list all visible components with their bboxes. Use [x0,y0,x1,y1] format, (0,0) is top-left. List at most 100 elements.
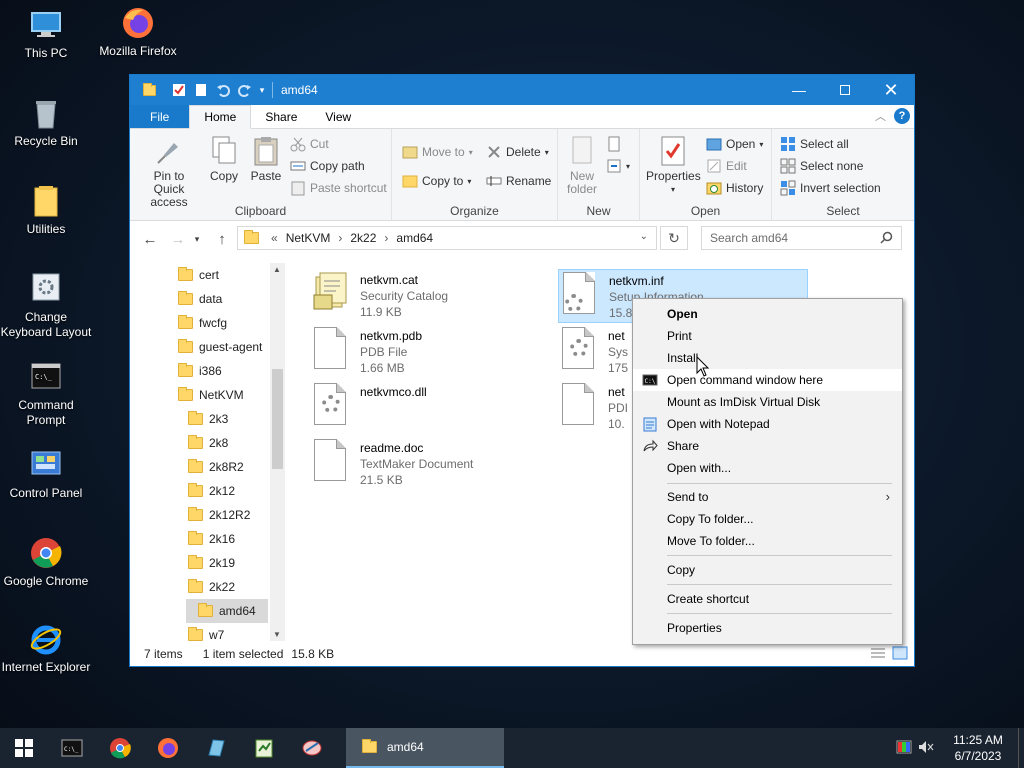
properties-qat-button[interactable] [168,79,190,101]
maximize-button[interactable] [822,75,868,105]
menu-item-open-command-window[interactable]: C:\ Open command window here [633,369,902,391]
help-icon[interactable]: ? [894,108,910,124]
taskbar-command-prompt[interactable]: C:\_ [48,728,96,768]
taskbar-firefox[interactable] [144,728,192,768]
address-box[interactable]: « NetKVM › 2k22 › amd64 ⌄ [237,226,657,250]
desktop-icon-utilities[interactable]: Utilities [0,184,92,237]
file-item-netkvm-pdb[interactable]: netkvm.pdb PDB File 1.66 MB [310,325,560,379]
tree-item-2k8r2[interactable]: 2k8R2 [188,455,244,479]
edit-button[interactable]: Edit [706,155,747,177]
file-item-netkvmco-dll[interactable]: netkvmco.dll [310,381,560,435]
tree-item-fwcfg[interactable]: fwcfg [178,311,227,335]
tree-item-netkvm[interactable]: NetKVM [178,383,244,407]
file-item-readme-doc[interactable]: readme.doc TextMaker Document 21.5 KB [310,437,560,491]
menu-item-copy[interactable]: Copy [633,559,902,581]
tree-item-i386[interactable]: i386 [178,359,222,383]
copy-path-button[interactable]: Copy path [290,155,365,177]
start-button[interactable] [0,728,48,768]
redo-icon[interactable] [234,79,256,101]
scroll-up-arrow[interactable]: ▲ [273,265,281,274]
menu-item-send-to[interactable]: Send to › [633,486,902,508]
undo-icon[interactable] [212,79,234,101]
scroll-down-arrow[interactable]: ▼ [273,630,281,639]
menu-item-copy-to-folder[interactable]: Copy To folder... [633,508,902,530]
easy-access-button[interactable]: ▾ [606,155,630,177]
breadcrumb-2k22[interactable]: 2k22 [350,231,376,245]
title-bar[interactable]: ▾ amd64 — ✕ [130,75,914,105]
refresh-button[interactable]: ↻ [660,226,688,250]
large-icons-view-icon[interactable] [892,646,908,663]
tree-item-2k22[interactable]: 2k22 [188,575,235,599]
properties-button[interactable]: Properties ▾ [646,135,701,196]
menu-item-create-shortcut[interactable]: Create shortcut [633,588,902,610]
history-button[interactable]: History [706,177,763,199]
menu-item-properties[interactable]: Properties [633,617,902,639]
tree-item-w7[interactable]: w7 [188,623,224,643]
desktop-icon-change-keyboard-layout[interactable]: Change Keyboard Layout [0,272,92,340]
rename-button[interactable]: Rename [486,170,551,192]
open-button[interactable]: Open ▾ [706,133,763,155]
customize-qat-icon[interactable]: ▾ [256,79,268,101]
tab-home[interactable]: Home [189,105,252,129]
new-folder-button[interactable]: New folder [564,135,600,196]
tree-item-2k12r2[interactable]: 2k12R2 [188,503,250,527]
recent-locations-button[interactable]: ▾ [190,221,204,257]
display-settings-icon[interactable] [896,740,912,757]
menu-item-share[interactable]: Share [633,435,902,457]
volume-muted-icon[interactable] [918,740,934,757]
desktop-icon-recycle-bin[interactable]: Recycle Bin [0,96,92,149]
forward-button[interactable]: → [166,221,190,257]
tree-item-data[interactable]: data [178,287,222,311]
new-item-button[interactable] [606,133,622,155]
menu-item-install[interactable]: Install [633,347,902,369]
new-folder-qat-button[interactable] [190,79,212,101]
minimize-button[interactable]: — [776,75,822,105]
invert-selection-button[interactable]: Invert selection [780,177,881,199]
menu-item-print[interactable]: Print [633,325,902,347]
nav-pane-scrollbar[interactable]: ▲ ▼ [270,263,285,641]
back-button[interactable]: ← [138,221,162,257]
details-view-icon[interactable] [870,647,886,664]
desktop-icon-this-pc[interactable]: This PC [0,8,92,61]
copy-button[interactable]: Copy [206,135,242,183]
file-item-netkvm-cat[interactable]: netkvm.cat Security Catalog 11.9 KB [310,269,560,323]
move-to-button[interactable]: Move to ▾ [402,141,473,163]
taskbar-app-4[interactable] [192,728,240,768]
pin-to-quick-access-button[interactable]: Pin to Quick access [136,135,202,209]
desktop-icon-control-panel[interactable]: Control Panel [0,448,92,501]
address-dropdown-icon[interactable]: ⌄ [640,231,648,242]
menu-item-open[interactable]: Open [633,303,902,325]
scrollbar-thumb[interactable] [272,369,283,469]
tab-share[interactable]: Share [251,105,311,128]
menu-item-move-to-folder[interactable]: Move To folder... [633,530,902,552]
select-none-button[interactable]: Select none [780,155,863,177]
tree-item-2k12[interactable]: 2k12 [188,479,235,503]
tree-item-2k3[interactable]: 2k3 [188,407,228,431]
tree-item-2k19[interactable]: 2k19 [188,551,235,575]
desktop-icon-command-prompt[interactable]: C:\_ Command Prompt [0,360,92,428]
taskbar-app-6[interactable] [288,728,336,768]
search-input[interactable]: Search amd64 [701,226,902,250]
tree-item-2k16[interactable]: 2k16 [188,527,235,551]
menu-item-open-with[interactable]: Open with... [633,457,902,479]
tree-item-2k8[interactable]: 2k8 [188,431,228,455]
breadcrumb-netkvm[interactable]: NetKVM [286,231,331,245]
tree-item-cert[interactable]: cert [178,263,219,287]
taskbar-app-5[interactable] [240,728,288,768]
cut-button[interactable]: Cut [290,133,329,155]
taskbar-explorer-amd64[interactable]: amd64 [346,728,504,768]
copy-to-button[interactable]: Copy to ▾ [402,170,471,192]
taskbar-chrome[interactable] [96,728,144,768]
breadcrumb-amd64[interactable]: amd64 [396,231,433,245]
paste-button[interactable]: Paste [248,135,284,183]
delete-button[interactable]: Delete ▾ [486,141,549,163]
desktop-icon-internet-explorer[interactable]: Internet Explorer [0,622,92,675]
tree-item-guest-agent[interactable]: guest-agent [178,335,262,359]
breadcrumb-overflow[interactable]: « [271,231,278,245]
clock[interactable]: 11:25 AM 6/7/2023 [938,732,1018,764]
menu-item-mount-imdisk[interactable]: Mount as ImDisk Virtual Disk [633,391,902,413]
up-button[interactable]: ↑ [210,221,234,257]
menu-item-open-with-notepad[interactable]: Open with Notepad [633,413,902,435]
close-button[interactable]: ✕ [868,75,914,105]
desktop-icon-google-chrome[interactable]: Google Chrome [0,536,92,589]
